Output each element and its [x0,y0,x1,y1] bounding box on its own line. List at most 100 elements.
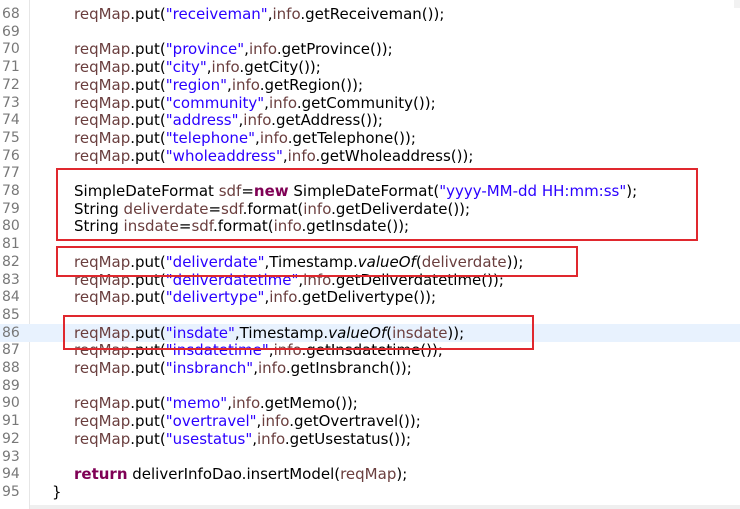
code-token: sdf [191,217,213,236]
code-token: "province" [165,40,245,59]
code-line[interactable]: 90 reqMap.put("memo",info.getMemo()); [0,394,740,412]
code-token: .getDelivertype()); [297,288,437,307]
code-token: info [257,429,285,448]
code-token: reqMap [74,359,131,377]
code-token: return [74,465,128,484]
line-number: 76 [2,147,20,164]
code-token: .getAddress()); [271,111,383,130]
line-number: 86 [2,324,20,341]
code-line[interactable]: 75 reqMap.put("telephone",info.getTelepho… [0,129,740,147]
code-line[interactable]: 76 reqMap.put("wholeaddress",info.getWhol… [0,147,740,165]
code-token: "usestatus" [165,429,253,448]
code-token: .put( [130,341,166,360]
code-token: "insbranch" [165,359,254,377]
code-line[interactable]: 81 [0,235,740,253]
line-number: 75 [2,129,20,146]
code-token: reqMap [340,465,397,484]
code-line[interactable]: 86 reqMap.put("insdate",Timestamp.valueOf… [0,323,740,342]
code-text: reqMap.put("insbranch",info.getInsbranch… [74,359,412,377]
code-token: reqMap [74,111,131,130]
code-line[interactable]: 69 [0,23,740,41]
code-line[interactable]: 80 String insdate=sdf.format(info.getInsd… [0,217,740,235]
code-token: .getReceiveman()); [300,5,445,23]
code-line[interactable]: 88 reqMap.put("insbranch",info.getInsbran… [0,359,740,377]
code-token: .put( [130,40,166,59]
code-token: .getUsestatus()); [284,429,412,448]
code-token: .put( [130,146,166,165]
code-token: reqMap [74,394,131,413]
code-token: .format( [212,217,274,236]
code-line[interactable]: 93 [0,448,740,466]
code-token: reqMap [74,341,131,360]
line-number: 71 [2,59,20,76]
code-line[interactable]: 73 reqMap.put("community",info.getCommuni… [0,94,740,112]
code-token: "overtravel" [165,412,257,431]
code-token: new [253,182,289,200]
code-token: "address" [165,111,239,130]
code-token: info [211,58,240,77]
code-token: .put( [130,128,166,147]
line-number: 91 [2,413,20,430]
code-token: info [261,412,290,431]
code-line[interactable]: 92 reqMap.put("usestatus",info.getUsestat… [0,430,740,448]
line-number: 87 [2,342,20,359]
code-token: info [243,111,272,130]
code-token: insdate [392,323,448,342]
code-line[interactable]: 83 reqMap.put("deliverdatetime",info.getD… [0,271,740,289]
code-text: String deliverdate=sdf.format(info.getDe… [74,200,470,218]
line-number: 89 [2,377,20,394]
code-line[interactable]: 89 [0,377,740,395]
line-number: 85 [2,306,20,323]
code-token: .getInsdatetime()); [301,341,443,360]
code-token: .put( [130,323,166,342]
code-token: deliverdate [421,252,507,271]
code-text: reqMap.put("telephone",info.getTelephone… [74,129,416,147]
code-token: info [258,359,286,377]
code-line[interactable]: 85 [0,306,740,324]
code-token: .getInsdate()); [301,217,410,236]
code-token: = [208,199,222,218]
code-line[interactable]: 95} [0,483,740,501]
horizontal-scrollbar[interactable] [30,505,740,509]
code-text: return deliverInfoDao.insertModel(reqMap… [74,465,407,483]
code-token: "deliverdatetime" [165,270,299,289]
code-text: reqMap.put("deliverdate",Timestamp.value… [74,253,523,271]
code-token: String [74,217,124,236]
code-token: ,Timestamp. [234,323,329,342]
code-token: insdate [123,217,179,236]
code-token: .put( [130,359,166,377]
code-token: String [74,199,124,218]
code-token: } [52,482,62,501]
code-token: "city" [165,58,207,77]
code-line[interactable]: 77 [0,164,740,182]
code-token: .put( [130,75,166,94]
code-line[interactable]: 68 reqMap.put("receiveman",info.getReceiv… [0,5,740,23]
code-token: info [303,199,332,218]
code-line[interactable]: 94 return deliverInfoDao.insertModel(reqM… [0,465,740,483]
code-line[interactable]: 74 reqMap.put("address",info.getAddress()… [0,111,740,129]
code-token: .put( [130,93,166,112]
code-line[interactable]: 72 reqMap.put("region",info.getRegion()); [0,76,740,94]
code-token: "delivertype" [165,288,265,307]
code-line[interactable]: 82 reqMap.put("deliverdate",Timestamp.val… [0,253,740,271]
code-token: reqMap [74,128,131,147]
code-token: reqMap [74,75,131,94]
line-number: 72 [2,76,20,93]
code-token: sdf [218,182,242,200]
code-line[interactable]: 84 reqMap.put("delivertype",info.getDeliv… [0,288,740,306]
code-token: deliverdate [123,199,209,218]
line-number: 84 [2,289,20,306]
code-token: SimpleDateFormat( [288,182,440,200]
code-line[interactable]: 91 reqMap.put("overtravel",info.getOvertr… [0,412,740,430]
code-line[interactable]: 78 SimpleDateFormat sdf=new SimpleDateFor… [0,182,740,200]
code-token: ); [396,465,408,484]
code-text: reqMap.put("deliverdatetime",info.getDel… [74,271,504,289]
code-editor[interactable]: 68 reqMap.put("receiveman",info.getReceiv… [0,0,740,509]
code-line[interactable]: 70 reqMap.put("province",info.getProvince… [0,40,740,58]
code-line[interactable]: 71 reqMap.put("city",info.getCity()); [0,58,740,76]
line-number: 73 [2,94,20,111]
code-line[interactable]: 87 reqMap.put("insdatetime",info.getInsda… [0,341,740,359]
code-token: .format( [242,199,304,218]
code-line[interactable]: 79 String deliverdate=sdf.format(info.get… [0,200,740,218]
code-token: reqMap [74,58,131,77]
